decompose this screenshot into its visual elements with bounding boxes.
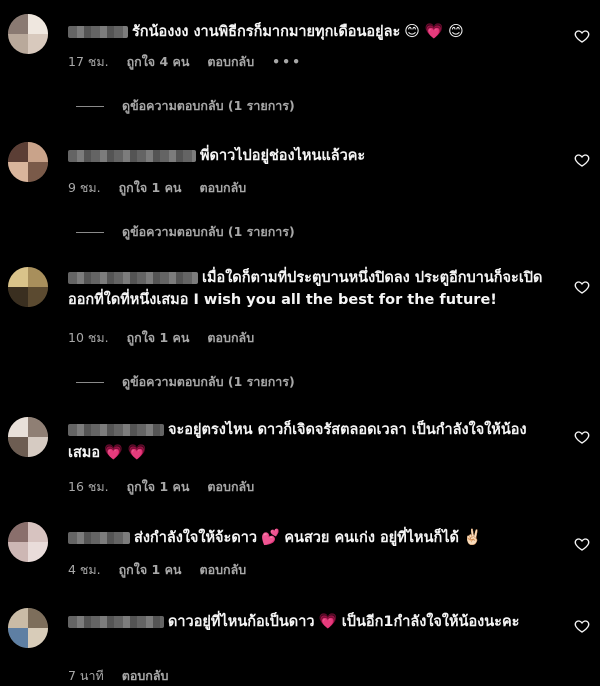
comment-text-continued: เป็นอีก1กำลังใจให้น้องนะคะ [341,614,520,630]
avatar[interactable] [8,267,48,307]
comment-text-continued: คนสวย คนเก่ง อยู่ที่ไหนก็ได้ [284,530,459,546]
emoji: ✌🏻 [462,528,482,546]
reply-button[interactable]: ตอบกลับ [207,479,254,494]
comment-text-block: จะอยู่ตรงไหน ดาวก็เจิดจรัสตลอดเวลา เป็นก… [68,419,548,464]
comment-text-block: พี่ดาวไปอยู่ช่องไหนแล้วคะ [68,145,548,167]
heart-outline-icon[interactable] [574,152,590,168]
comment-meta: 16 ชม. ถูกใจ 1 คน ตอบกลับ [68,477,268,497]
username[interactable] [68,26,128,38]
comment-item: รักน้องงง งานพิธีกรก็มากมายทุกเดือนอยู่ล… [0,0,600,130]
view-replies-label: ดูข้อความตอบกลับ (1 รายการ) [122,224,295,239]
comment-meta: 4 ชม. ถูกใจ 1 คน ตอบกลับ [68,560,260,580]
comment-item: พี่ดาวไปอยู่ช่องไหนแล้วคะ 9 ชม. ถูกใจ 1 … [0,130,600,255]
emoji: 💕 [261,528,280,546]
reply-button[interactable]: ตอบกลับ [122,668,169,683]
username[interactable] [68,272,198,284]
comment-text: พี่ดาวไปอยู่ช่องไหนแล้วคะ [200,148,366,164]
comment-text-block: เมื่อใดก็ตามที่ประตูบานหนึ่งปิดลง ประตูอ… [68,267,548,311]
view-replies-button[interactable]: ดูข้อความตอบกลับ (1 รายการ) [76,372,295,392]
reply-button[interactable]: ตอบกลับ [199,180,246,195]
reply-button[interactable]: ตอบกลับ [207,54,254,69]
comment-meta: 9 ชม. ถูกใจ 1 คน ตอบกลับ [68,178,260,198]
avatar[interactable] [8,417,48,457]
heart-outline-icon[interactable] [574,28,590,44]
timestamp: 4 ชม. [68,562,101,577]
timestamp: 17 ชม. [68,54,109,69]
comment-text-block: รักน้องงง งานพิธีกรก็มากมายทุกเดือนอยู่ล… [68,20,548,43]
likes-count[interactable]: ถูกใจ 4 คน [127,54,190,69]
reply-button[interactable]: ตอบกลับ [199,562,246,577]
avatar[interactable] [8,142,48,182]
timestamp: 16 ชม. [68,479,109,494]
timestamp: 9 ชม. [68,180,101,195]
view-replies-label: ดูข้อความตอบกลับ (1 รายการ) [122,98,295,113]
comment-text-block: ดาวอยู่ที่ไหนก้อเป็นดาว 💗 เป็นอีก1กำลังใจ… [68,610,548,633]
heart-outline-icon[interactable] [574,429,590,445]
likes-count[interactable]: ถูกใจ 1 คน [127,479,190,494]
comment-text: ส่งกำลังใจให้จ้ะดาว [134,530,258,546]
username[interactable] [68,150,196,162]
view-replies-button[interactable]: ดูข้อความตอบกลับ (1 รายการ) [76,222,295,242]
comment-text: ดาวอยู่ที่ไหนก้อเป็นดาว [168,614,315,630]
avatar[interactable] [8,14,48,54]
replies-divider [76,232,104,233]
avatar[interactable] [8,608,48,648]
emoji: 💗 [318,612,338,630]
username[interactable] [68,424,164,436]
likes-count[interactable]: ถูกใจ 1 คน [119,562,182,577]
heart-outline-icon[interactable] [574,536,590,552]
likes-count[interactable]: ถูกใจ 1 คน [119,180,182,195]
emoji: 💗 💗 [104,443,147,461]
replies-divider [76,382,104,383]
likes-count[interactable]: ถูกใจ 1 คน [127,330,190,345]
heart-outline-icon[interactable] [574,279,590,295]
username[interactable] [68,532,130,544]
emoji: 😊 💗 😊 [404,22,464,40]
avatar[interactable] [8,522,48,562]
comment-item: ส่งกำลังใจให้จ้ะดาว 💕 คนสวย คนเก่ง อยู่ที… [0,510,600,598]
comment-meta: 10 ชม. ถูกใจ 1 คน ตอบกลับ [68,328,268,348]
timestamp: 10 ชม. [68,330,109,345]
comment-item: ดาวอยู่ที่ไหนก้อเป็นดาว 💗 เป็นอีก1กำลังใจ… [0,598,600,683]
view-replies-button[interactable]: ดูข้อความตอบกลับ (1 รายการ) [76,96,295,116]
username[interactable] [68,616,164,628]
comment-meta: 17 ชม. ถูกใจ 4 คน ตอบกลับ ••• [68,52,316,72]
more-options-icon[interactable]: ••• [272,54,302,69]
heart-outline-icon[interactable] [574,618,590,634]
comment-text: รักน้องงง งานพิธีกรก็มากมายทุกเดือนอยู่ล… [132,24,401,40]
timestamp: 7 นาที [68,668,104,683]
comment-item: เมื่อใดก็ตามที่ประตูบานหนึ่งปิดลง ประตูอ… [0,255,600,405]
comment-item: จะอยู่ตรงไหน ดาวก็เจิดจรัสตลอดเวลา เป็นก… [0,405,600,510]
view-replies-label: ดูข้อความตอบกลับ (1 รายการ) [122,374,295,389]
comment-text-block: ส่งกำลังใจให้จ้ะดาว 💕 คนสวย คนเก่ง อยู่ที… [68,526,548,549]
reply-button[interactable]: ตอบกลับ [207,330,254,345]
comment-meta: 7 นาที ตอบกลับ [68,666,182,686]
replies-divider [76,106,104,107]
